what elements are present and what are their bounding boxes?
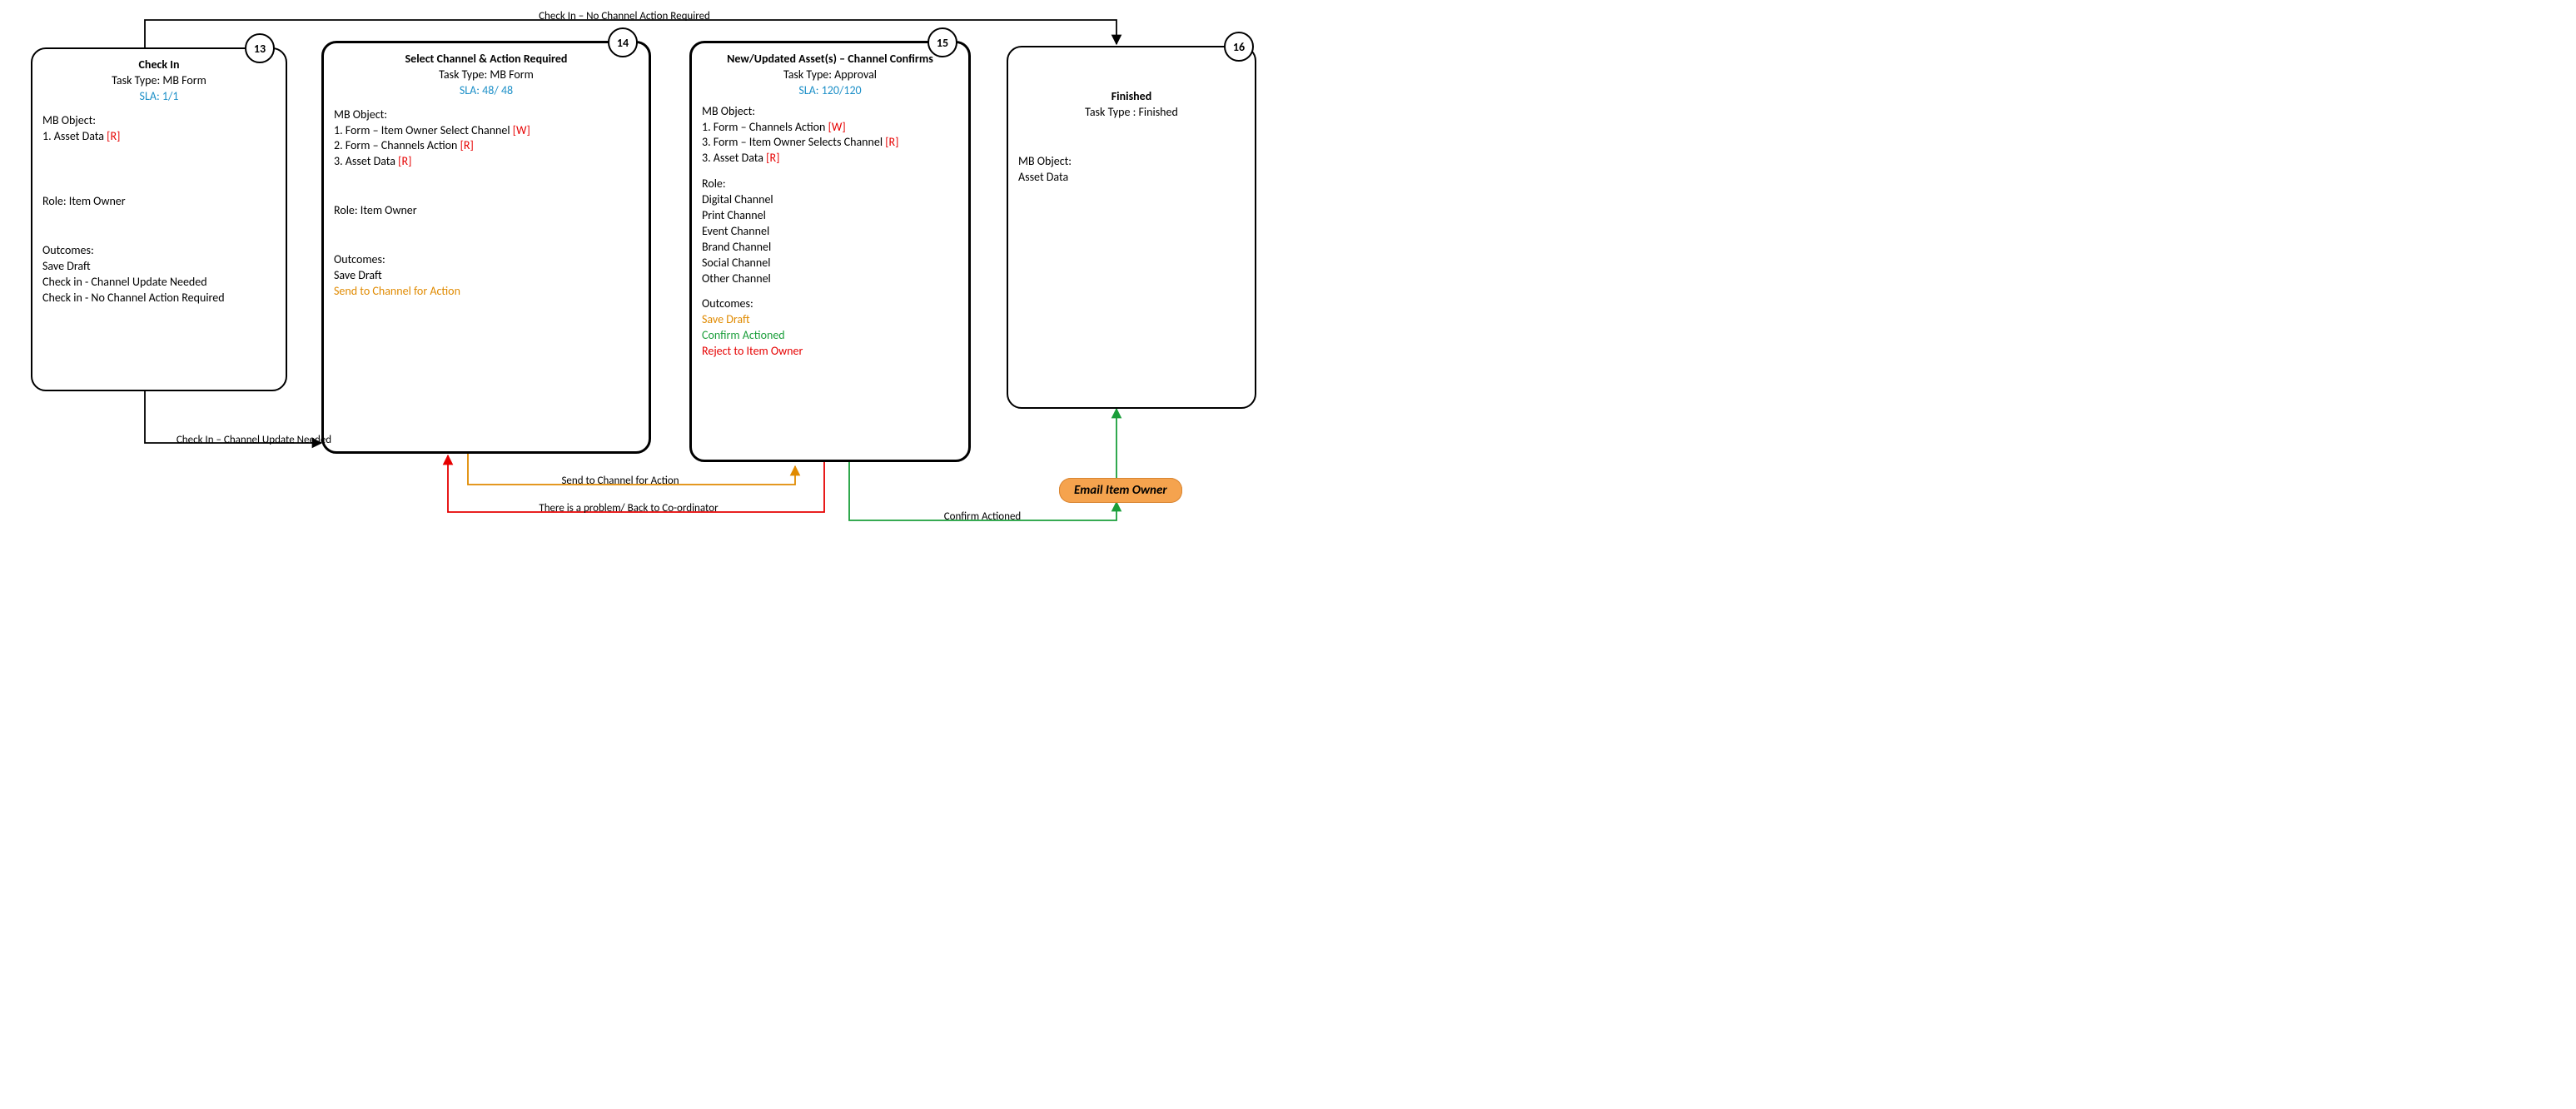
node-16-mb-1: Asset Data [1018, 170, 1245, 186]
edge-label-send-to-channel: Send to Channel for Action [516, 475, 724, 487]
edge-label-reject: There is a problem/ Back to Co-ordinator [495, 502, 762, 515]
node-15-out-3: Reject to Item Owner [702, 344, 958, 360]
node-15-sla: SLA: 120/120 [702, 83, 958, 99]
node-13-out-2: Check in - Channel Update Needed [42, 275, 276, 291]
node-select-channel: Select Channel & Action Required Task Ty… [321, 41, 651, 454]
node-13-role: Role: Item Owner [42, 194, 276, 210]
node-13-out-header: Outcomes: [42, 243, 276, 259]
node-15-role-5: Social Channel [702, 256, 958, 271]
node-15-role-6: Other Channel [702, 271, 958, 287]
node-15-out-header: Outcomes: [702, 296, 958, 312]
node-14-out-1: Save Draft [334, 268, 639, 284]
edge-label-no-channel-action: Check In – No Channel Action Required [458, 10, 791, 22]
node-14-mb-header: MB Object: [334, 107, 639, 123]
edge-label-confirm: Confirm Actioned [916, 510, 1049, 523]
node-13-sla: SLA: 1/1 [42, 89, 276, 105]
node-14-mb-3: 3. Asset Data [R] [334, 154, 639, 170]
node-14-out-header: Outcomes: [334, 252, 639, 268]
node-14-tasktype: Task Type: MB Form [334, 67, 639, 83]
node-13-title: Check In [42, 57, 276, 73]
node-16-title: Finished [1018, 89, 1245, 105]
node-15-title: New/Updated Asset(s) – Channel Confirms [702, 52, 958, 67]
node-14-mb-2: 2. Form – Channels Action [R] [334, 138, 639, 154]
node-14-title: Select Channel & Action Required [334, 52, 639, 67]
node-15-out-1: Save Draft [702, 312, 958, 328]
node-15-mb-header: MB Object: [702, 104, 958, 120]
node-14-sla: SLA: 48/ 48 [334, 83, 639, 99]
node-16-mb-header: MB Object: [1018, 154, 1245, 170]
node-15-badge: 15 [927, 27, 957, 57]
node-16-badge: 16 [1224, 32, 1254, 62]
node-14-mb-1: 1. Form – Item Owner Select Channel [W] [334, 123, 639, 139]
node-15-role-header: Role: [702, 177, 958, 192]
node-15-role-1: Digital Channel [702, 192, 958, 208]
node-13-out-3: Check in - No Channel Action Required [42, 291, 276, 306]
node-16-tasktype: Task Type : Finished [1018, 105, 1245, 121]
node-14-out-2: Send to Channel for Action [334, 284, 639, 300]
node-13-mb-header: MB Object: [42, 113, 276, 129]
node-15-mb-3: 3. Asset Data [R] [702, 151, 958, 167]
node-15-role-3: Event Channel [702, 224, 958, 240]
node-15-role-4: Brand Channel [702, 240, 958, 256]
edge-label-channel-update: Check In – Channel Update Needed [146, 434, 362, 446]
node-14-role: Role: Item Owner [334, 203, 639, 219]
node-15-out-2: Confirm Actioned [702, 328, 958, 344]
node-15-role-2: Print Channel [702, 208, 958, 224]
node-15-mb-2: 3. Form – Item Owner Selects Channel [R] [702, 135, 958, 151]
node-email-item-owner: Email Item Owner [1059, 478, 1182, 503]
node-13-badge: 13 [245, 33, 275, 63]
node-channel-confirms: New/Updated Asset(s) – Channel Confirms … [689, 41, 971, 462]
node-check-in: Check In Task Type: MB Form SLA: 1/1 MB … [31, 47, 287, 391]
node-13-tasktype: Task Type: MB Form [42, 73, 276, 89]
node-15-tasktype: Task Type: Approval [702, 67, 958, 83]
node-14-badge: 14 [608, 27, 638, 57]
node-13-mb-1: 1. Asset Data [R] [42, 129, 276, 145]
node-finished: Finished Task Type : Finished MB Object:… [1007, 46, 1256, 409]
node-15-mb-1: 1. Form – Channels Action [W] [702, 120, 958, 136]
node-13-out-1: Save Draft [42, 259, 276, 275]
